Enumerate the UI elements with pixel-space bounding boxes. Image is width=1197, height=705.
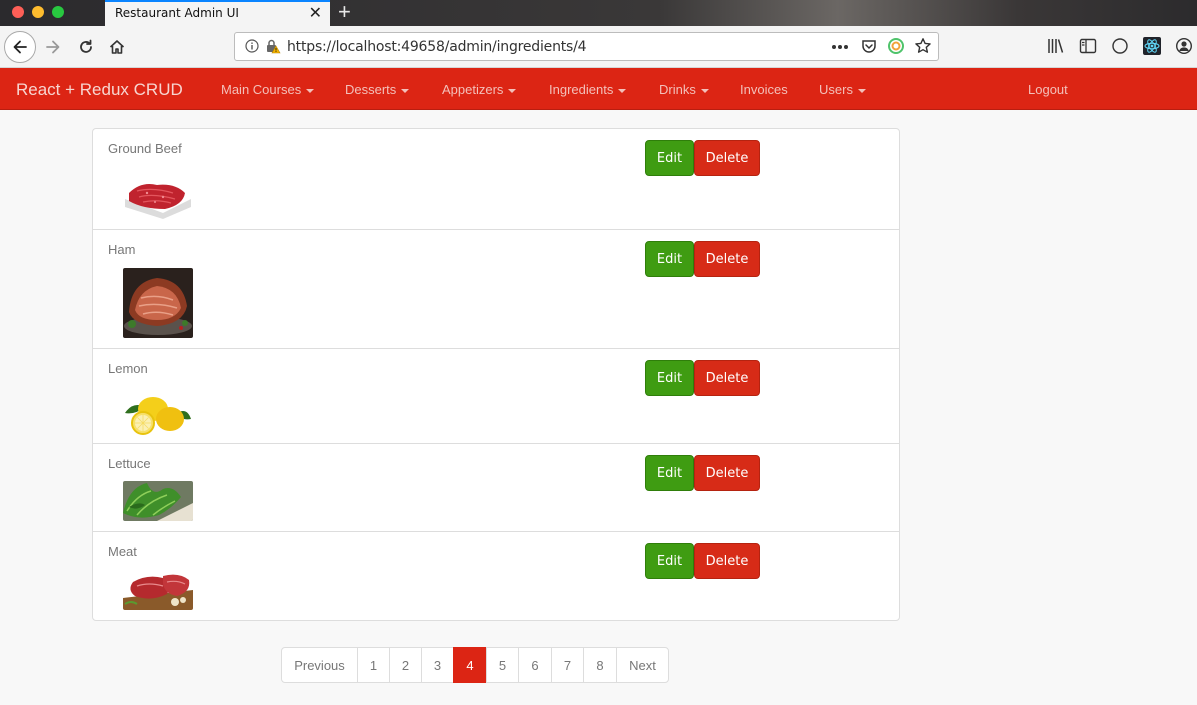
- ingredient-name: Lemon: [108, 361, 148, 376]
- caret-down-icon: [401, 88, 410, 93]
- edit-button[interactable]: Edit: [645, 140, 694, 176]
- arrow-left-icon: [13, 40, 27, 54]
- browser-tab-bar: Restaurant Admin UI ✕ +: [0, 0, 1197, 26]
- home-icon: [109, 40, 125, 54]
- caret-down-icon: [700, 88, 709, 93]
- sidebar-icon[interactable]: [1079, 37, 1097, 55]
- back-button[interactable]: [4, 31, 36, 63]
- nav-desserts[interactable]: Desserts: [345, 82, 410, 97]
- logout-link[interactable]: Logout: [1028, 82, 1068, 97]
- app-navbar: React + Redux CRUD Main Courses Desserts…: [0, 68, 1197, 110]
- pagination: Previous 1 2 3 4 5 6 7 8 Next: [281, 647, 669, 683]
- browser-toolbar: https://localhost:49658/admin/ingredient…: [0, 26, 1197, 68]
- brand-link[interactable]: React + Redux CRUD: [16, 80, 183, 100]
- page-1-button[interactable]: 1: [357, 647, 390, 683]
- library-icon[interactable]: [1047, 37, 1065, 55]
- edit-button[interactable]: Edit: [645, 360, 694, 396]
- ingredient-name: Meat: [108, 544, 137, 559]
- page-7-button[interactable]: 7: [551, 647, 584, 683]
- close-window-button[interactable]: [12, 6, 24, 18]
- lemon-photo: [123, 391, 193, 439]
- nav-ingredients[interactable]: Ingredients: [549, 82, 627, 97]
- nav-invoices[interactable]: Invoices: [740, 82, 788, 97]
- ingredient-name: Ground Beef: [108, 141, 182, 156]
- reload-button[interactable]: [75, 33, 97, 61]
- caret-down-icon: [508, 88, 517, 93]
- browser-tab[interactable]: Restaurant Admin UI ✕: [105, 0, 330, 26]
- ground-beef-photo: [123, 169, 193, 219]
- nav-drinks[interactable]: Drinks: [659, 82, 709, 97]
- dark-mode-icon[interactable]: [1111, 37, 1129, 55]
- nav-main-courses[interactable]: Main Courses: [221, 82, 315, 97]
- caret-down-icon: [306, 88, 315, 93]
- edit-button[interactable]: Edit: [645, 543, 694, 579]
- previous-page-button[interactable]: Previous: [281, 647, 358, 683]
- nav-label: Ingredients: [549, 82, 614, 97]
- list-item: Meat Edit Delete: [93, 532, 899, 620]
- nav-label: Appetizers: [442, 82, 504, 97]
- page-4-button[interactable]: 4: [453, 647, 487, 683]
- ham-photo: [123, 268, 193, 338]
- forward-button[interactable]: [42, 33, 64, 61]
- delete-button[interactable]: Delete: [694, 360, 760, 396]
- minimize-window-button[interactable]: [32, 6, 44, 18]
- list-item: Ground Beef Edit Delete: [93, 129, 899, 230]
- delete-button[interactable]: Delete: [694, 543, 760, 579]
- caret-down-icon: [857, 88, 866, 93]
- next-page-button[interactable]: Next: [616, 647, 669, 683]
- nav-label: Drinks: [659, 82, 696, 97]
- nav-users[interactable]: Users: [819, 82, 866, 97]
- bookmark-star-icon[interactable]: [914, 37, 932, 55]
- page-actions-icon[interactable]: [831, 44, 849, 50]
- list-item: Lettuce Edit Delete: [93, 444, 899, 532]
- ingredient-name: Ham: [108, 242, 136, 257]
- zoom-window-button[interactable]: [52, 6, 64, 18]
- nav-label: Main Courses: [221, 82, 302, 97]
- page-3-button[interactable]: 3: [421, 647, 454, 683]
- meat-photo: [123, 570, 193, 610]
- delete-button[interactable]: Delete: [694, 455, 760, 491]
- tab-title: Restaurant Admin UI: [115, 6, 239, 20]
- info-icon[interactable]: [245, 39, 259, 53]
- nav-label: Desserts: [345, 82, 397, 97]
- lettuce-photo: [123, 481, 193, 521]
- close-tab-icon[interactable]: ✕: [309, 3, 322, 23]
- nav-label: Users: [819, 82, 853, 97]
- page-2-button[interactable]: 2: [389, 647, 422, 683]
- new-tab-icon[interactable]: +: [338, 0, 351, 25]
- nav-label: Invoices: [740, 82, 788, 97]
- url-text: https://localhost:49658/admin/ingredient…: [287, 39, 587, 55]
- page-6-button[interactable]: 6: [518, 647, 552, 683]
- delete-button[interactable]: Delete: [694, 241, 760, 277]
- page-8-button[interactable]: 8: [583, 647, 617, 683]
- page-5-button[interactable]: 5: [486, 647, 519, 683]
- ingredient-list: Ground Beef Edit Delete Ham Edit Delete …: [92, 128, 900, 621]
- extension-icon[interactable]: [887, 37, 905, 55]
- home-button[interactable]: [106, 33, 128, 61]
- ingredient-name: Lettuce: [108, 456, 151, 471]
- list-item: Ham Edit Delete: [93, 230, 899, 349]
- edit-button[interactable]: Edit: [645, 241, 694, 277]
- nav-appetizers[interactable]: Appetizers: [442, 82, 517, 97]
- reload-icon: [80, 39, 92, 53]
- address-bar[interactable]: https://localhost:49658/admin/ingredient…: [234, 32, 939, 61]
- list-item: Lemon Edit Delete: [93, 349, 899, 444]
- pocket-icon[interactable]: [861, 38, 877, 54]
- edit-button[interactable]: Edit: [645, 455, 694, 491]
- account-icon[interactable]: [1175, 37, 1193, 55]
- insecure-lock-icon[interactable]: [265, 38, 281, 54]
- caret-down-icon: [618, 88, 627, 93]
- delete-button[interactable]: Delete: [694, 140, 760, 176]
- arrow-right-icon: [46, 40, 60, 54]
- react-devtools-icon[interactable]: [1143, 37, 1161, 55]
